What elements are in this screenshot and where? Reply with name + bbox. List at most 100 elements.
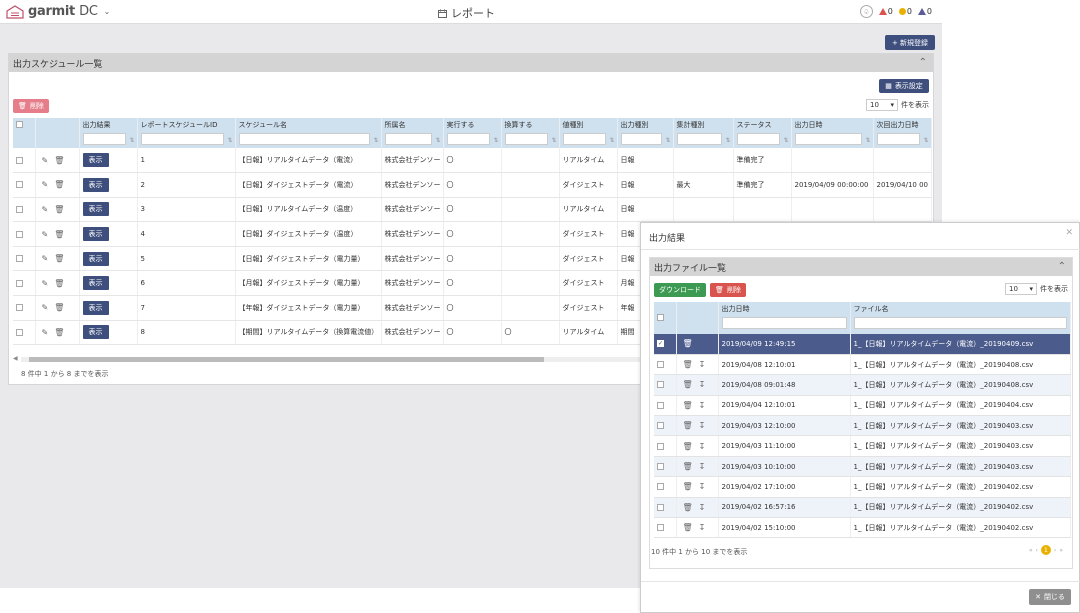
row-checkbox[interactable]	[657, 381, 664, 389]
sort-icon[interactable]: ⇅	[493, 137, 498, 144]
filter-input[interactable]	[140, 133, 224, 145]
pencil-icon[interactable]: ✎	[42, 328, 49, 337]
table-row[interactable]: 🗑 ↧ 2019/04/03 11:10:00 1_【日報】リアルタイムデータ（電…	[654, 435, 1071, 457]
pencil-icon[interactable]: ✎	[42, 303, 49, 312]
close-button[interactable]: ✕ 閉じる	[1029, 589, 1071, 605]
pencil-icon[interactable]: ✎	[42, 230, 49, 239]
download-icon[interactable]: ↧	[699, 462, 706, 471]
table-row[interactable]: 🗑 ↧ 2019/04/04 12:10:01 1_【日報】リアルタイムデータ（電…	[654, 395, 1071, 417]
filter-input[interactable]	[562, 133, 606, 145]
download-icon[interactable]: ↧	[699, 442, 706, 451]
trash-icon[interactable]: 🗑	[683, 339, 693, 348]
alert-error[interactable]: 0	[878, 7, 893, 16]
filter-input[interactable]	[620, 133, 662, 145]
table-row[interactable]: 🗑 ↧ 2019/04/08 09:01:48 1_【日報】リアルタイムデータ（電…	[654, 374, 1071, 396]
row-checkbox[interactable]	[16, 156, 23, 164]
scrollbar-thumb[interactable]	[29, 357, 544, 362]
first-page-icon[interactable]: «	[1029, 547, 1033, 554]
trash-icon[interactable]: 🗑	[683, 503, 693, 512]
download-icon[interactable]: ↧	[699, 523, 706, 532]
show-result-button[interactable]: 表示	[82, 251, 109, 266]
table-row[interactable]: 🗑 ↧ 2019/04/02 15:10:00 1_【日報】リアルタイムデータ（電…	[654, 517, 1071, 539]
close-icon[interactable]: ✕	[1065, 228, 1073, 238]
row-checkbox[interactable]	[16, 181, 23, 189]
filter-input[interactable]	[876, 133, 920, 145]
sort-icon[interactable]: ⇅	[609, 137, 614, 144]
row-checkbox[interactable]	[657, 524, 664, 532]
sort-icon[interactable]: ⇅	[725, 137, 730, 144]
filter-input[interactable]	[794, 133, 862, 145]
table-row[interactable]: ✓ 🗑 2019/04/09 12:49:15 1_【日報】リアルタイムデータ（…	[654, 334, 1071, 355]
scroll-left-icon[interactable]: ◀	[13, 355, 18, 362]
select-all-checkbox[interactable]	[16, 120, 23, 128]
row-checkbox[interactable]	[657, 483, 664, 491]
app-logo[interactable]: garmit DC ⌄	[6, 4, 110, 19]
trash-icon[interactable]: 🗑	[54, 254, 64, 263]
sort-icon[interactable]: ⇅	[227, 137, 232, 144]
trash-icon[interactable]: 🗑	[54, 279, 64, 288]
row-checkbox[interactable]	[16, 230, 23, 238]
page-button-current[interactable]: 1	[1040, 545, 1051, 555]
sort-icon[interactable]: ⇅	[665, 137, 670, 144]
modal-delete-button[interactable]: 🗑 削除	[710, 283, 746, 297]
per-page-select[interactable]: 10 ▾	[866, 99, 898, 111]
filter-input[interactable]	[504, 133, 548, 145]
trash-icon[interactable]: 🗑	[683, 380, 693, 389]
row-checkbox[interactable]	[657, 361, 664, 369]
trash-icon[interactable]: 🗑	[683, 421, 693, 430]
row-checkbox[interactable]	[657, 422, 664, 430]
download-icon[interactable]: ↧	[699, 401, 706, 410]
pencil-icon[interactable]: ✎	[42, 180, 49, 189]
show-result-button[interactable]: 表示	[82, 177, 109, 192]
row-checkbox[interactable]	[16, 279, 23, 287]
download-icon[interactable]: ↧	[699, 421, 706, 430]
row-checkbox[interactable]	[657, 442, 664, 450]
show-result-button[interactable]: 表示	[82, 276, 109, 291]
row-checkbox[interactable]: ✓	[657, 340, 664, 348]
select-all-checkbox[interactable]	[657, 314, 664, 321]
sort-icon[interactable]: ⇅	[865, 137, 870, 144]
last-page-icon[interactable]: »	[1059, 547, 1063, 554]
pencil-icon[interactable]: ✎	[42, 279, 49, 288]
sort-icon[interactable]: ⇅	[923, 137, 928, 144]
alert-info[interactable]: 0	[917, 7, 932, 16]
filter-input[interactable]	[238, 133, 370, 145]
filter-input[interactable]	[853, 317, 1067, 329]
row-checkbox[interactable]	[657, 463, 664, 471]
row-checkbox[interactable]	[16, 205, 23, 213]
prev-page-icon[interactable]: ‹	[1036, 547, 1038, 554]
show-result-button[interactable]: 表示	[82, 325, 109, 340]
filter-input[interactable]	[82, 133, 126, 145]
table-row[interactable]: 🗑 ↧ 2019/04/02 16:57:16 1_【日報】リアルタイムデータ（電…	[654, 497, 1071, 519]
modal-per-page-select[interactable]: 10 ▾	[1005, 283, 1037, 295]
trash-icon[interactable]: 🗑	[54, 230, 64, 239]
trash-icon[interactable]: 🗑	[683, 482, 693, 491]
trash-icon[interactable]: 🗑	[54, 328, 64, 337]
filter-input[interactable]	[721, 317, 847, 329]
row-checkbox[interactable]	[657, 401, 664, 409]
sort-icon[interactable]: ⇅	[783, 137, 788, 144]
trash-icon[interactable]: 🗑	[54, 205, 64, 214]
trash-icon[interactable]: 🗑	[54, 156, 64, 165]
table-row[interactable]: 🗑 ↧ 2019/04/08 12:10:01 1_【日報】リアルタイムデータ（電…	[654, 354, 1071, 376]
download-icon[interactable]: ↧	[699, 503, 706, 512]
bell-icon[interactable]: ♤	[859, 5, 873, 18]
sort-icon[interactable]: ⇅	[435, 137, 440, 144]
row-checkbox[interactable]	[657, 503, 664, 511]
pencil-icon[interactable]: ✎	[42, 205, 49, 214]
download-button[interactable]: ダウンロード	[654, 283, 706, 297]
filter-input[interactable]	[446, 133, 490, 145]
sort-icon[interactable]: ⇅	[373, 137, 378, 144]
row-checkbox[interactable]	[16, 255, 23, 263]
table-row[interactable]: 🗑 ↧ 2019/04/02 17:10:00 1_【日報】リアルタイムデータ（電…	[654, 476, 1071, 498]
trash-icon[interactable]: 🗑	[54, 303, 64, 312]
pencil-icon[interactable]: ✎	[42, 156, 49, 165]
download-icon[interactable]: ↧	[699, 360, 706, 369]
filter-input[interactable]	[736, 133, 780, 145]
chevron-up-icon[interactable]: ⌃	[1058, 261, 1066, 272]
sort-icon[interactable]: ⇅	[129, 137, 134, 144]
filter-input[interactable]	[676, 133, 722, 145]
row-checkbox[interactable]	[16, 328, 23, 336]
table-row[interactable]: 🗑 ↧ 2019/04/03 10:10:00 1_【日報】リアルタイムデータ（電…	[654, 456, 1071, 478]
new-register-button[interactable]: + 新規登録	[885, 35, 935, 50]
